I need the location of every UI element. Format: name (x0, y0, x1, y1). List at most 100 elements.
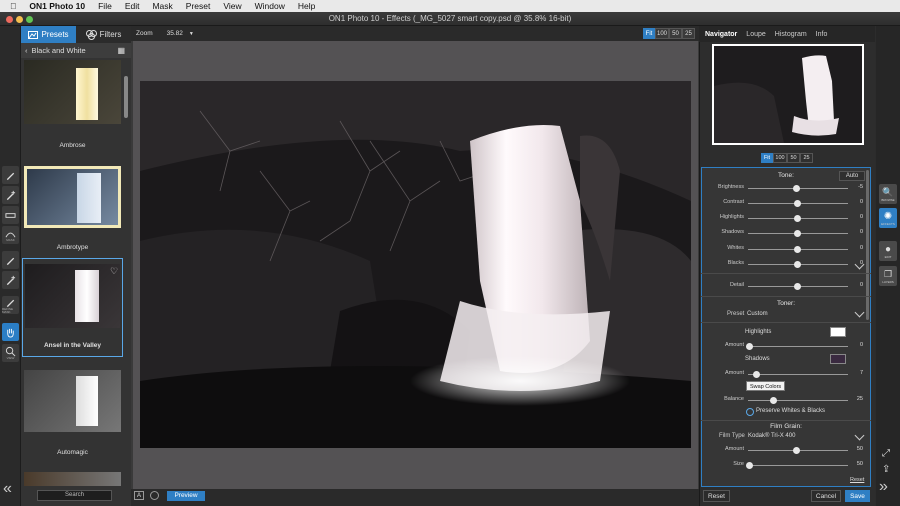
slider-value[interactable]: 0 (860, 282, 863, 288)
tab-presets[interactable]: Presets (21, 26, 76, 43)
slider-value[interactable]: 0 (860, 245, 863, 251)
preset-item-selected[interactable]: Ansel in the Valley (21, 264, 124, 349)
brush-plus-tool[interactable] (2, 186, 19, 204)
slider-balance[interactable]: Balance 25 (701, 394, 871, 406)
slider-knob[interactable] (793, 185, 800, 192)
hand-tool[interactable] (2, 323, 19, 341)
slider-contrast[interactable]: Contrast 0 (701, 197, 871, 209)
layers-module-button[interactable]: ❐ LAYERS (879, 266, 897, 286)
close-window-button[interactable] (6, 16, 13, 23)
preset-item[interactable]: Ambrose (21, 60, 124, 149)
slider-track[interactable] (748, 374, 848, 375)
highlights-color-swatch[interactable] (830, 327, 846, 337)
preset-search-input[interactable]: Search (37, 490, 112, 501)
slider-track[interactable] (748, 346, 848, 347)
mask-view-icon[interactable] (150, 491, 159, 500)
slider-knob[interactable] (794, 283, 801, 290)
slider-knob[interactable] (770, 397, 777, 404)
menu-window[interactable]: Window (255, 1, 285, 11)
reset-button[interactable]: Reset (703, 490, 730, 502)
slider-knob[interactable] (746, 462, 753, 469)
slider-brightness[interactable]: Brightness -5 (701, 182, 871, 194)
slider-grain-amount[interactable]: Amount 50 (701, 444, 871, 456)
photo-canvas[interactable] (140, 81, 691, 448)
share-icon[interactable]: ⇪ (882, 464, 890, 475)
refine-brush-plus-tool[interactable] (2, 271, 19, 289)
mask-tool[interactable]: MASK (2, 226, 19, 244)
slider-grain-size[interactable]: Size 50 (701, 459, 871, 471)
slider-value[interactable]: -5 (858, 184, 863, 190)
slider-track[interactable] (748, 465, 848, 466)
slider-shadows[interactable]: Shadows 0 (701, 227, 871, 239)
effects-module-button[interactable]: ✺ EFFECTS (879, 208, 897, 228)
slider-value[interactable]: 0 (860, 342, 863, 348)
tab-loupe[interactable]: Loupe (746, 31, 765, 38)
menu-edit[interactable]: Edit (125, 1, 140, 11)
zoom-tool[interactable]: VIEW (2, 344, 19, 362)
slider-blacks[interactable]: Blacks 0 (701, 258, 871, 270)
apple-icon[interactable]:  (10, 1, 16, 11)
menu-mask[interactable]: Mask (152, 1, 172, 11)
film-type-select[interactable]: Kodak® Tri-X 400 (748, 433, 795, 439)
slider-value[interactable]: 0 (860, 214, 863, 220)
slider-value[interactable]: 0 (860, 229, 863, 235)
breadcrumb[interactable]: ‹ Black and White ▦ (21, 43, 131, 58)
slider-highlights-amount[interactable]: Amount 0 (701, 340, 871, 352)
expand-icon[interactable]: ⤢ (882, 448, 890, 459)
nav-zoom-25-button[interactable]: 25 (800, 153, 813, 163)
tab-filters[interactable]: Filters (76, 26, 131, 43)
toner-preset-select[interactable]: Custom (747, 311, 768, 317)
nav-zoom-50-button[interactable]: 50 (787, 153, 800, 163)
tab-info[interactable]: Info (816, 31, 828, 38)
slider-knob[interactable] (793, 447, 800, 454)
gradient-tool[interactable] (2, 206, 19, 224)
slider-detail[interactable]: Detail 0 (701, 280, 871, 292)
zoom-window-button[interactable] (26, 16, 33, 23)
nav-zoom-100-button[interactable]: 100 (773, 153, 787, 163)
menu-view[interactable]: View (223, 1, 241, 11)
brush-tool[interactable] (2, 166, 19, 184)
refine-mask-tool[interactable]: REFINE MASK (2, 296, 19, 314)
app-menu[interactable]: ON1 Photo 10 (29, 1, 85, 11)
slider-value[interactable]: 0 (860, 199, 863, 205)
zoom-dropdown-icon[interactable]: ▼ (189, 31, 194, 37)
menu-help[interactable]: Help (298, 1, 315, 11)
slider-value[interactable]: 50 (857, 461, 863, 467)
grid-view-icon[interactable]: ▦ (117, 46, 125, 55)
slider-knob[interactable] (794, 261, 801, 268)
nav-zoom-fit-button[interactable]: Fit (761, 153, 773, 163)
edit-module-button[interactable]: ● EDIT (879, 241, 897, 261)
slider-track[interactable] (748, 400, 848, 401)
grain-reset-link[interactable]: Reset (850, 477, 864, 483)
navigator-preview[interactable] (712, 44, 864, 145)
minimize-window-button[interactable] (16, 16, 23, 23)
preset-item[interactable]: Automagic (21, 370, 124, 456)
slider-knob[interactable] (794, 215, 801, 222)
slider-value[interactable]: 50 (857, 446, 863, 452)
menu-file[interactable]: File (98, 1, 112, 11)
zoom-25-button[interactable]: 25 (682, 28, 695, 39)
tab-histogram[interactable]: Histogram (775, 31, 807, 38)
back-chevron-icon[interactable]: ‹ (25, 46, 28, 55)
slider-knob[interactable] (753, 371, 760, 378)
cancel-button[interactable]: Cancel (811, 490, 841, 502)
menu-preset[interactable]: Preset (186, 1, 211, 11)
slider-highlights[interactable]: Highlights 0 (701, 212, 871, 224)
text-overlay-icon[interactable]: A (134, 491, 144, 500)
refine-brush-tool[interactable] (2, 251, 19, 269)
slider-whites[interactable]: Whites 0 (701, 243, 871, 255)
zoom-100-button[interactable]: 100 (655, 28, 669, 39)
slider-knob[interactable] (746, 343, 753, 350)
slider-shadows-amount[interactable]: Amount 7 (701, 368, 871, 380)
preview-button[interactable]: Preview (167, 491, 205, 501)
collapse-right-icon[interactable]: » (879, 478, 888, 496)
preset-thumbnail-partial[interactable] (24, 472, 121, 486)
zoom-50-button[interactable]: 50 (669, 28, 682, 39)
tone-auto-button[interactable]: Auto (839, 171, 865, 181)
collapse-left-icon[interactable]: « (3, 480, 12, 498)
slider-value[interactable]: 25 (857, 396, 863, 402)
shadows-color-swatch[interactable] (830, 354, 846, 364)
preserve-checkbox[interactable] (746, 408, 754, 416)
slider-knob[interactable] (794, 230, 801, 237)
zoom-fit-button[interactable]: Fit (643, 28, 655, 39)
